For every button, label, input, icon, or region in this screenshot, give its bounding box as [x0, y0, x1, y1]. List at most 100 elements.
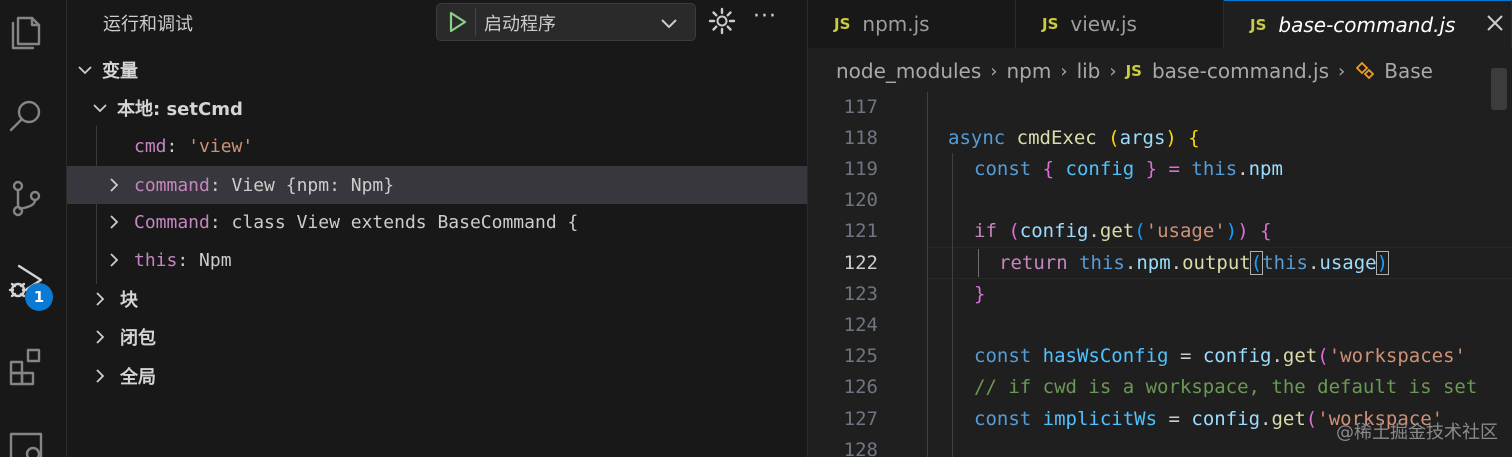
line-number: 121: [843, 220, 878, 242]
tab-bar: JS npm.js JS view.js JS base-command.js: [808, 0, 1512, 48]
variable-row[interactable]: Command: class View extends BaseCommand …: [67, 203, 807, 241]
code-token: .: [1170, 252, 1183, 274]
variable-row[interactable]: cmd: 'view': [67, 127, 807, 165]
debug-badge: 1: [25, 283, 53, 311]
line-number: 126: [843, 376, 878, 398]
code-token: .: [1260, 408, 1272, 430]
tab-label: base-command.js: [1278, 12, 1456, 37]
code-token: .: [1124, 252, 1137, 274]
code-token: config: [1202, 345, 1272, 367]
code-comment: // if cwd is a workspace, the default is…: [974, 376, 1478, 398]
code-line[interactable]: if (config.get('usage')) {: [974, 220, 1272, 242]
code-token: .: [1271, 345, 1283, 367]
code-token: {: [1248, 220, 1272, 242]
chevron-right-icon: [96, 292, 105, 306]
chevron-right-icon: ›: [1109, 60, 1117, 82]
code-line[interactable]: async cmdExec (args) {: [948, 127, 1200, 149]
variable-row[interactable]: this: Npm: [67, 241, 807, 279]
code-token: async: [948, 127, 1006, 149]
indent-guide: [952, 153, 953, 457]
scope-label: 闭包: [120, 328, 156, 349]
tab-label: view.js: [1070, 12, 1137, 36]
code-token: usage: [1319, 252, 1377, 274]
variable-name: this: [134, 249, 178, 271]
scrollbar[interactable]: [1491, 68, 1507, 110]
sidebar-title: 运行和调试: [103, 14, 193, 35]
start-debugging-icon[interactable]: [445, 10, 469, 34]
code-line[interactable]: }: [974, 283, 985, 305]
chevron-down-icon: [93, 104, 107, 113]
line-number: 118: [843, 127, 878, 149]
gear-icon[interactable]: [707, 6, 737, 36]
code-token: config: [1191, 408, 1261, 430]
variable-value: class View extends BaseCommand {: [231, 211, 579, 233]
breadcrumb-item[interactable]: node_modules: [836, 59, 981, 83]
line-number: 125: [843, 345, 878, 367]
code-token: } =: [1134, 158, 1192, 180]
launch-config-label: 启动程序: [484, 14, 556, 35]
code-token: ): [1237, 220, 1249, 242]
code-token: return: [999, 252, 1068, 274]
source-control-icon[interactable]: [5, 175, 47, 221]
search-icon[interactable]: [5, 93, 47, 139]
launch-config-select[interactable]: 启动程序: [436, 3, 696, 41]
chevron-down-icon: [661, 19, 677, 29]
breadcrumb-item[interactable]: lib: [1077, 59, 1101, 83]
line-number: 124: [843, 314, 878, 336]
run-and-debug-sidebar: 运行和调试 启动程序 ··· 变量 本地: setCmd cmd: 'view'…: [67, 0, 808, 457]
code-token: npm: [1136, 252, 1171, 274]
code-token: args: [1119, 127, 1166, 149]
chevron-down-icon: [78, 66, 92, 75]
code-token: config: [1065, 158, 1135, 180]
code-token: ) {: [1165, 127, 1200, 149]
variable-separator: :: [209, 211, 232, 233]
code-token: const: [974, 408, 1032, 430]
js-file-icon: JS: [1125, 62, 1142, 80]
code-line[interactable]: const { config } = this.npm: [974, 158, 1283, 180]
breadcrumb-item[interactable]: Base: [1384, 59, 1433, 83]
code-token: get: [1099, 220, 1135, 242]
code-token: 'workspaces': [1328, 345, 1466, 367]
scope-closure[interactable]: 闭包: [67, 318, 807, 356]
more-actions-icon[interactable]: ···: [753, 4, 777, 29]
code-token: config: [1019, 220, 1089, 242]
scope-block[interactable]: 块: [67, 280, 807, 318]
line-number: 117: [843, 96, 878, 118]
scope-label: 全局: [120, 367, 156, 388]
breadcrumb-item[interactable]: base-command.js: [1152, 59, 1329, 83]
tab-base-command-js[interactable]: JS base-command.js: [1224, 0, 1512, 48]
scope-global[interactable]: 全局: [67, 357, 807, 395]
extensions-icon[interactable]: [5, 342, 47, 388]
js-file-icon: JS: [834, 15, 851, 33]
code-line[interactable]: const hasWsConfig = config.get('workspac…: [974, 345, 1466, 367]
code-line[interactable]: // if cwd is a workspace, the default is…: [974, 376, 1477, 398]
code-token: output: [1182, 252, 1251, 274]
remote-icon[interactable]: [5, 420, 47, 457]
chevron-right-icon: [96, 369, 105, 383]
variables-section-label: 变量: [102, 61, 138, 82]
divider: [475, 8, 476, 36]
chevron-right-icon: ›: [990, 60, 998, 82]
code-token: .: [1237, 158, 1249, 180]
chevron-right-icon: [110, 253, 119, 267]
breadcrumb-item[interactable]: npm: [1007, 59, 1052, 83]
close-icon[interactable]: [1483, 11, 1507, 35]
line-number: 119: [843, 158, 878, 180]
code-token: const: [974, 345, 1032, 367]
tab-view-js[interactable]: JS view.js: [1016, 0, 1224, 48]
watermark: @稀土掘金技术社区: [1336, 422, 1498, 443]
scope-local[interactable]: 本地: setCmd: [67, 89, 807, 127]
code-token: get: [1271, 408, 1306, 430]
breadcrumb: node_modules › npm › lib › JS base-comma…: [836, 56, 1433, 86]
scope-label: 本地: setCmd: [117, 99, 243, 120]
variable-row[interactable]: command: View {npm: Npm}: [67, 166, 807, 204]
code-token: npm: [1248, 158, 1283, 180]
chevron-right-icon: [96, 330, 105, 344]
files-icon[interactable]: [5, 8, 47, 54]
variable-separator: :: [177, 249, 200, 271]
tab-npm-js[interactable]: JS npm.js: [808, 0, 1016, 48]
activity-bar: 1: [0, 0, 67, 457]
variables-section-header[interactable]: 变量: [67, 51, 807, 89]
code-line-current[interactable]: return this.npm.output(this.usage): [999, 251, 1390, 275]
code-token: }: [974, 283, 986, 305]
